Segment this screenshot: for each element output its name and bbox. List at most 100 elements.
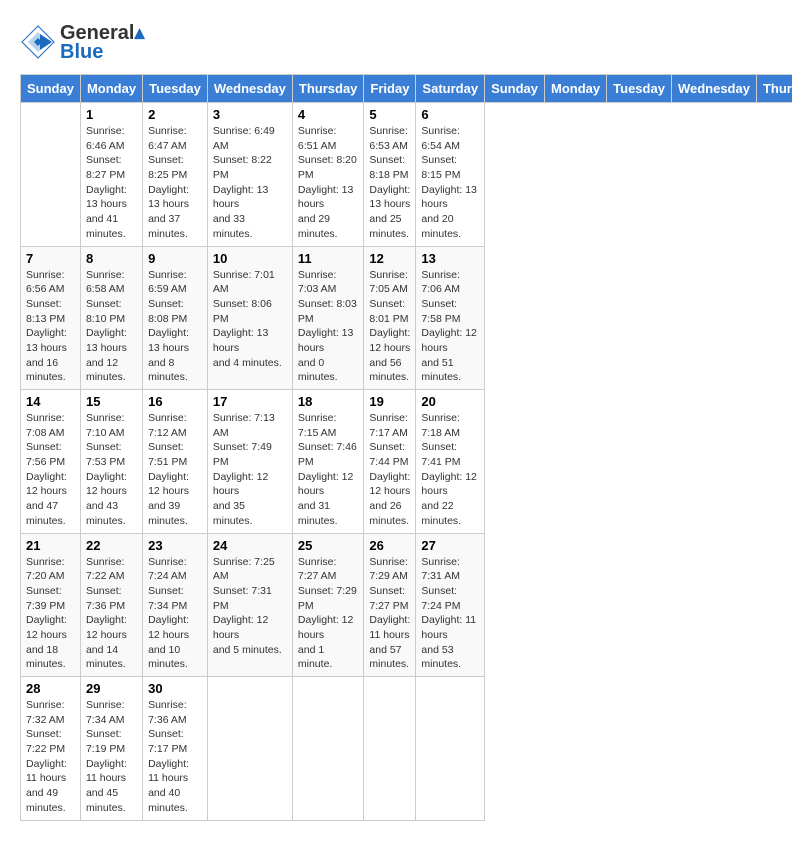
day-info: Sunrise: 7:32 AMSunset: 7:22 PMDaylight:… <box>26 698 75 816</box>
day-cell <box>207 677 292 821</box>
day-info: Sunrise: 7:06 AMSunset: 7:58 PMDaylight:… <box>421 268 479 386</box>
day-number: 26 <box>369 538 410 553</box>
day-cell: 17 Sunrise: 7:13 AMSunset: 7:49 PMDayligh… <box>207 390 292 534</box>
day-cell: 29 Sunrise: 7:34 AMSunset: 7:19 PMDayligh… <box>80 677 142 821</box>
day-info: Sunrise: 6:46 AMSunset: 8:27 PMDaylight:… <box>86 124 137 242</box>
day-cell: 8 Sunrise: 6:58 AMSunset: 8:10 PMDaylight… <box>80 246 142 390</box>
day-cell: 24 Sunrise: 7:25 AMSunset: 7:31 PMDayligh… <box>207 533 292 677</box>
day-number: 19 <box>369 394 410 409</box>
day-cell: 4 Sunrise: 6:51 AMSunset: 8:20 PMDaylight… <box>292 103 364 247</box>
day-info: Sunrise: 7:13 AMSunset: 7:49 PMDaylight:… <box>213 411 287 529</box>
day-info: Sunrise: 7:27 AMSunset: 7:29 PMDaylight:… <box>298 555 359 673</box>
day-info: Sunrise: 7:05 AMSunset: 8:01 PMDaylight:… <box>369 268 410 386</box>
day-number: 16 <box>148 394 202 409</box>
day-cell: 12 Sunrise: 7:05 AMSunset: 8:01 PMDayligh… <box>364 246 416 390</box>
col-header-thursday: Thursday <box>292 75 364 103</box>
day-number: 2 <box>148 107 202 122</box>
day-number: 9 <box>148 251 202 266</box>
week-row-2: 7Sunrise: 6:56 AMSunset: 8:13 PMDaylight… <box>21 246 792 390</box>
day-cell: 5 Sunrise: 6:53 AMSunset: 8:18 PMDaylight… <box>364 103 416 247</box>
day-cell: 22 Sunrise: 7:22 AMSunset: 7:36 PMDayligh… <box>80 533 142 677</box>
day-info: Sunrise: 7:17 AMSunset: 7:44 PMDaylight:… <box>369 411 410 529</box>
day-cell: 15Sunrise: 7:10 AMSunset: 7:53 PMDayligh… <box>80 390 142 534</box>
day-info: Sunrise: 7:36 AMSunset: 7:17 PMDaylight:… <box>148 698 202 816</box>
day-info: Sunrise: 7:22 AMSunset: 7:36 PMDaylight:… <box>86 555 137 673</box>
day-number: 27 <box>421 538 479 553</box>
day-info: Sunrise: 7:03 AMSunset: 8:03 PMDaylight:… <box>298 268 359 386</box>
page-header: General▴ Blue <box>20 20 772 64</box>
day-cell: 9Sunrise: 6:59 AMSunset: 8:08 PMDaylight… <box>143 246 208 390</box>
col-header-friday: Friday <box>364 75 416 103</box>
day-number: 29 <box>86 681 137 696</box>
col-header-saturday: Saturday <box>416 75 485 103</box>
day-number: 21 <box>26 538 75 553</box>
day-number: 22 <box>86 538 137 553</box>
week-row-3: 14 Sunrise: 7:08 AMSunset: 7:56 PMDayligh… <box>21 390 792 534</box>
day-info: Sunrise: 7:29 AMSunset: 7:27 PMDaylight:… <box>369 555 410 673</box>
day-cell: 2 Sunrise: 6:47 AMSunset: 8:25 PMDaylight… <box>143 103 208 247</box>
day-info: Sunrise: 6:58 AMSunset: 8:10 PMDaylight:… <box>86 268 137 386</box>
day-number: 1 <box>86 107 137 122</box>
day-cell: 28Sunrise: 7:32 AMSunset: 7:22 PMDayligh… <box>21 677 81 821</box>
day-info: Sunrise: 7:15 AMSunset: 7:46 PMDaylight:… <box>298 411 359 529</box>
day-number: 18 <box>298 394 359 409</box>
day-number: 12 <box>369 251 410 266</box>
day-number: 20 <box>421 394 479 409</box>
day-cell: 16 Sunrise: 7:12 AMSunset: 7:51 PMDayligh… <box>143 390 208 534</box>
day-cell: 14 Sunrise: 7:08 AMSunset: 7:56 PMDayligh… <box>21 390 81 534</box>
day-info: Sunrise: 6:53 AMSunset: 8:18 PMDaylight:… <box>369 124 410 242</box>
day-number: 14 <box>26 394 75 409</box>
day-cell: 13 Sunrise: 7:06 AMSunset: 7:58 PMDayligh… <box>416 246 485 390</box>
day-info: Sunrise: 6:49 AMSunset: 8:22 PMDaylight:… <box>213 124 287 242</box>
day-number: 5 <box>369 107 410 122</box>
day-number: 4 <box>298 107 359 122</box>
day-info: Sunrise: 6:47 AMSunset: 8:25 PMDaylight:… <box>148 124 202 242</box>
day-cell <box>292 677 364 821</box>
day-info: Sunrise: 7:34 AMSunset: 7:19 PMDaylight:… <box>86 698 137 816</box>
logo: General▴ Blue <box>20 20 145 64</box>
day-number: 3 <box>213 107 287 122</box>
day-number: 25 <box>298 538 359 553</box>
day-number: 17 <box>213 394 287 409</box>
day-number: 6 <box>421 107 479 122</box>
day-info: Sunrise: 7:18 AMSunset: 7:41 PMDaylight:… <box>421 411 479 529</box>
week-row-4: 21Sunrise: 7:20 AMSunset: 7:39 PMDayligh… <box>21 533 792 677</box>
day-info: Sunrise: 7:08 AMSunset: 7:56 PMDaylight:… <box>26 411 75 529</box>
day-number: 30 <box>148 681 202 696</box>
week-row-5: 28Sunrise: 7:32 AMSunset: 7:22 PMDayligh… <box>21 677 792 821</box>
day-info: Sunrise: 7:01 AMSunset: 8:06 PMDaylight:… <box>213 268 287 371</box>
day-number: 8 <box>86 251 137 266</box>
logo-icon <box>20 24 56 60</box>
day-info: Sunrise: 6:56 AMSunset: 8:13 PMDaylight:… <box>26 268 75 386</box>
day-number: 24 <box>213 538 287 553</box>
week-row-1: 1 Sunrise: 6:46 AMSunset: 8:27 PMDaylight… <box>21 103 792 247</box>
day-cell: 20 Sunrise: 7:18 AMSunset: 7:41 PMDayligh… <box>416 390 485 534</box>
day-cell <box>364 677 416 821</box>
day-info: Sunrise: 7:12 AMSunset: 7:51 PMDaylight:… <box>148 411 202 529</box>
day-cell: 7Sunrise: 6:56 AMSunset: 8:13 PMDaylight… <box>21 246 81 390</box>
day-number: 13 <box>421 251 479 266</box>
day-info: Sunrise: 7:25 AMSunset: 7:31 PMDaylight:… <box>213 555 287 658</box>
col-header-monday: Monday <box>545 75 607 103</box>
col-header-monday: Monday <box>80 75 142 103</box>
logo-text: General▴ Blue <box>60 20 145 64</box>
day-cell <box>21 103 81 247</box>
day-cell: 21Sunrise: 7:20 AMSunset: 7:39 PMDayligh… <box>21 533 81 677</box>
col-header-wednesday: Wednesday <box>207 75 292 103</box>
day-cell: 26 Sunrise: 7:29 AMSunset: 7:27 PMDayligh… <box>364 533 416 677</box>
day-number: 23 <box>148 538 202 553</box>
col-header-tuesday: Tuesday <box>143 75 208 103</box>
col-header-thursday: Thursday <box>756 75 792 103</box>
day-cell: 23 Sunrise: 7:24 AMSunset: 7:34 PMDayligh… <box>143 533 208 677</box>
day-cell: 19 Sunrise: 7:17 AMSunset: 7:44 PMDayligh… <box>364 390 416 534</box>
day-cell: 3 Sunrise: 6:49 AMSunset: 8:22 PMDaylight… <box>207 103 292 247</box>
day-info: Sunrise: 7:24 AMSunset: 7:34 PMDaylight:… <box>148 555 202 673</box>
col-header-sunday: Sunday <box>21 75 81 103</box>
col-header-sunday: Sunday <box>485 75 545 103</box>
day-cell: 11Sunrise: 7:03 AMSunset: 8:03 PMDayligh… <box>292 246 364 390</box>
day-info: Sunrise: 6:51 AMSunset: 8:20 PMDaylight:… <box>298 124 359 242</box>
day-cell: 30 Sunrise: 7:36 AMSunset: 7:17 PMDayligh… <box>143 677 208 821</box>
day-info: Sunrise: 7:10 AMSunset: 7:53 PMDaylight:… <box>86 411 137 529</box>
day-cell <box>416 677 485 821</box>
day-cell: 10Sunrise: 7:01 AMSunset: 8:06 PMDayligh… <box>207 246 292 390</box>
